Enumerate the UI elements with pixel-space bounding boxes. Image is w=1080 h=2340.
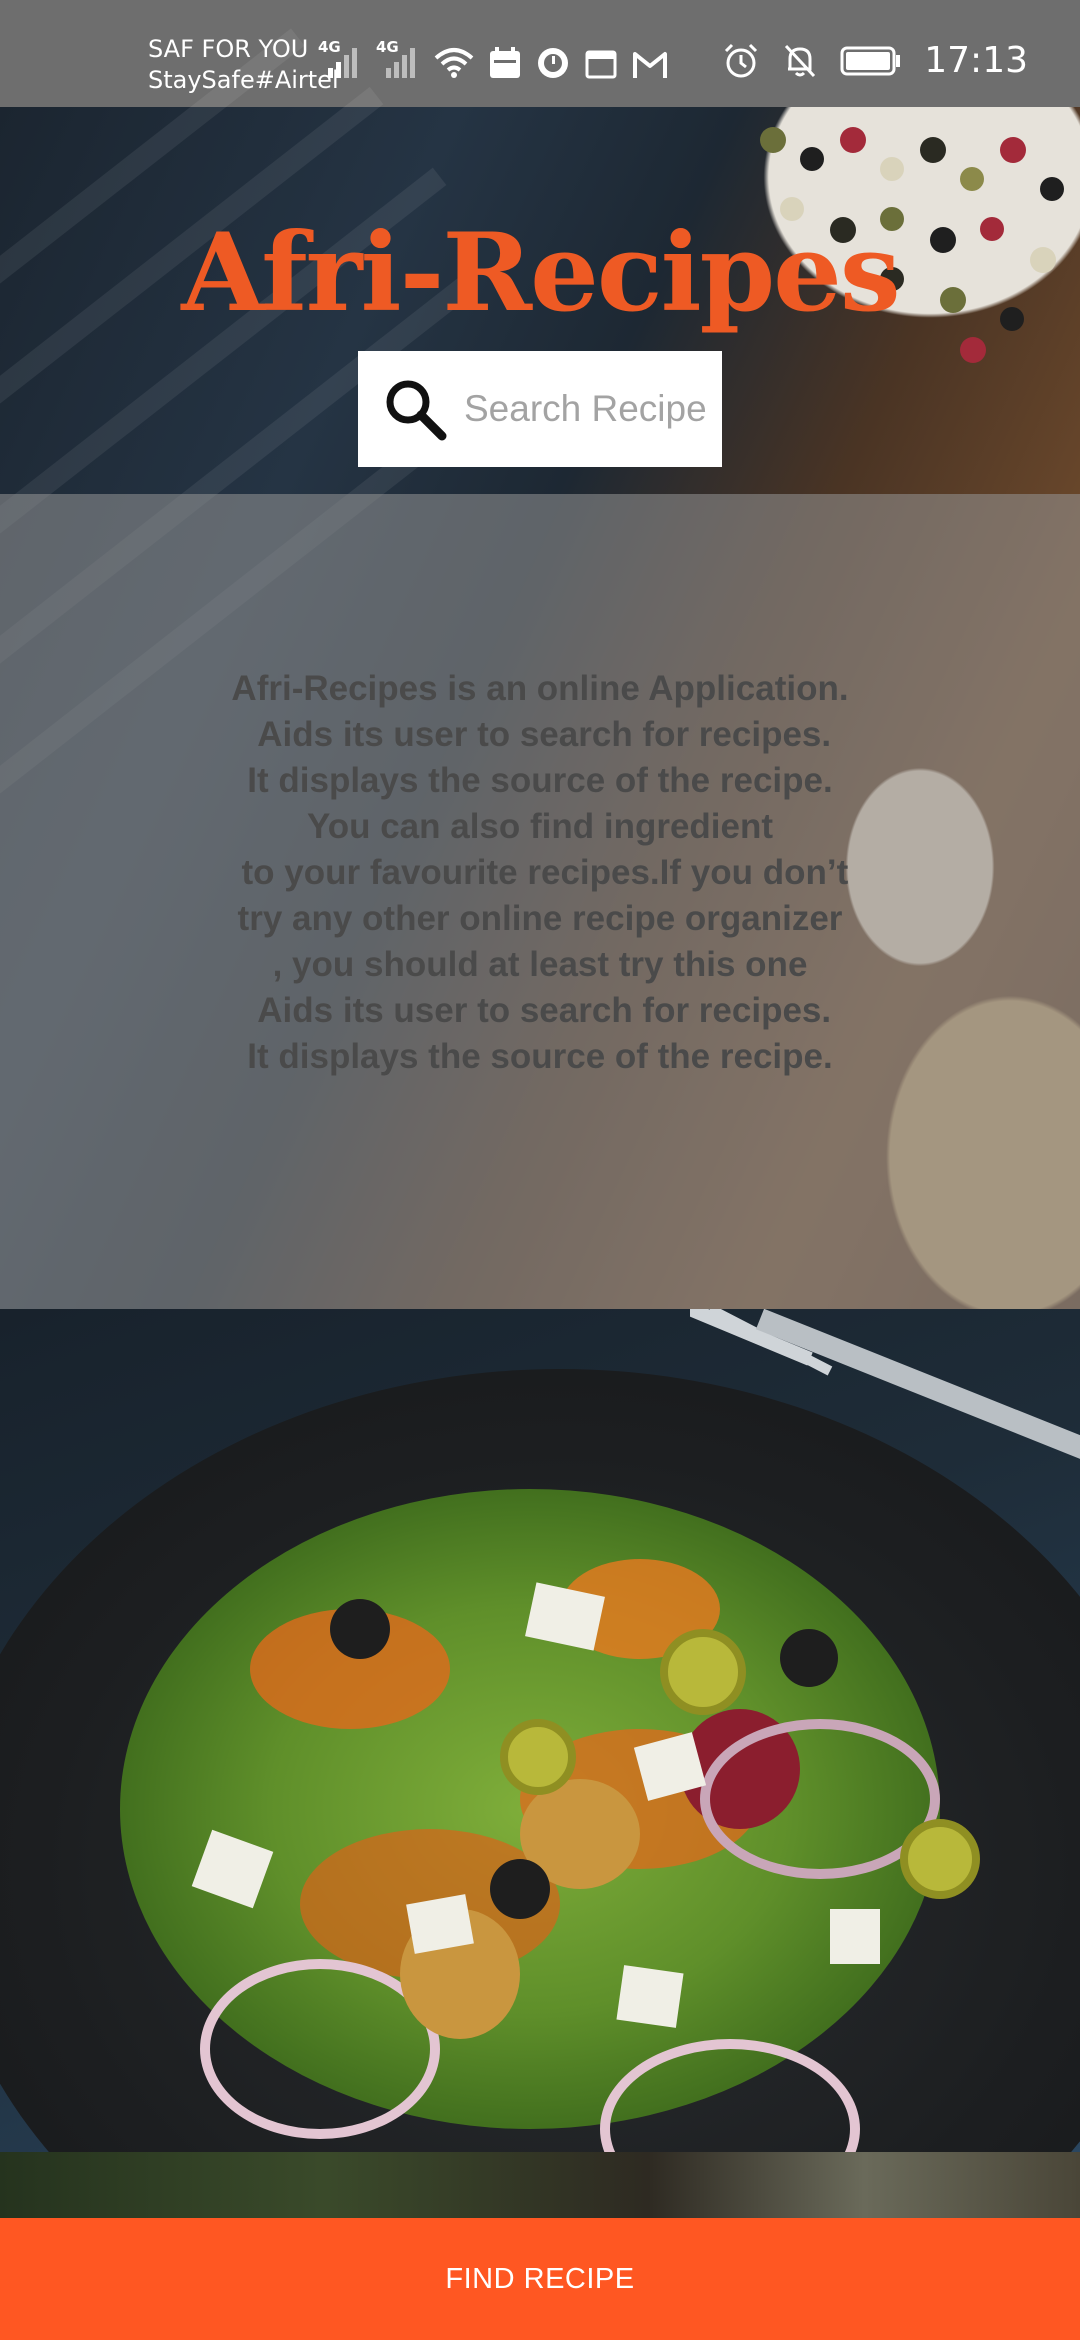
calendar-icon [585,50,617,79]
status-icons-right: 17:13 [722,40,1028,81]
description-line: It displays the source of the recipe. [247,761,833,800]
calendar-icon [490,47,520,78]
alarm-icon [725,43,758,77]
app-description: Afri-Recipes is an online Application. A… [0,666,1080,1080]
search-input[interactable] [464,388,714,430]
carrier-name: SAF FOR YOU [148,35,309,63]
status-bar: SAF FOR YOU StaySafe#Airtel 4G 4G 17:13 [0,0,1080,107]
signal-icon: 4G [376,38,420,80]
description-line: , you should at least try this one [272,945,808,984]
find-recipe-button[interactable]: FIND RECIPE [0,2218,1080,2340]
gmail-icon [633,52,667,78]
description-line: Afri-Recipes is an online Application. [231,669,849,708]
search-bar[interactable] [358,351,722,467]
mute-icon [785,44,816,77]
clock-app-icon [538,48,568,78]
description-line: to your favourite recipes.If you don’t [231,853,849,892]
description-line: Aids its user to search for recipes. [248,715,832,754]
status-icons-left: 4G 4G [318,38,668,80]
wifi-icon [434,48,474,78]
description-line: Aids its user to search for recipes. [248,991,832,1030]
background-image-strip [0,2152,1080,2218]
description-line: It displays the source of the recipe. [247,1037,833,1076]
network-type-label: 4G [318,38,341,56]
battery-icon [840,46,901,75]
app-title: Afri-Recipes [181,210,900,336]
salad-image [0,1309,1080,2152]
signal-icon: 4G [318,38,362,80]
clock-time: 17:13 [924,40,1028,81]
description-line: You can also find ingredient [306,807,774,846]
network-type-label: 4G [376,38,399,56]
search-icon[interactable] [380,374,450,444]
description-line: try any other online recipe organizer [237,899,843,938]
